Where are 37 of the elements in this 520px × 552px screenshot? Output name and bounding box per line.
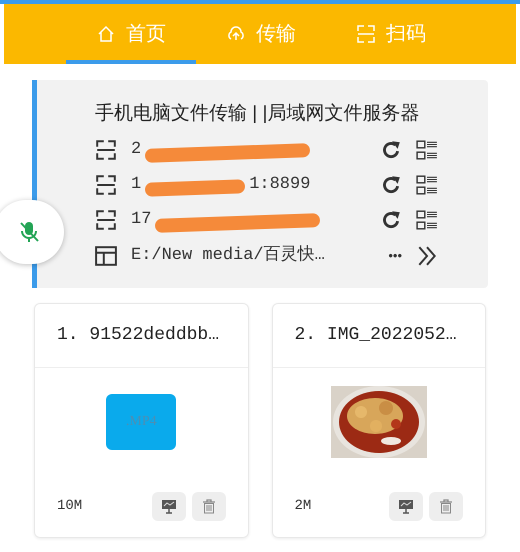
refresh-icon[interactable] bbox=[380, 139, 402, 161]
presentation-icon bbox=[398, 498, 414, 514]
file-size: 10M bbox=[57, 496, 84, 516]
presentation-icon bbox=[160, 498, 176, 514]
delete-button[interactable] bbox=[429, 492, 463, 520]
present-button[interactable] bbox=[152, 492, 186, 520]
address-text: 17 bbox=[131, 209, 152, 232]
address-text: 2 bbox=[131, 139, 142, 162]
qr-scan-icon[interactable] bbox=[95, 174, 117, 196]
trash-icon bbox=[439, 498, 453, 514]
list-icon[interactable] bbox=[416, 209, 438, 231]
home-icon bbox=[96, 24, 116, 44]
more-button[interactable]: ••• bbox=[388, 246, 402, 266]
address-text: 1 bbox=[131, 174, 142, 196]
present-button[interactable] bbox=[389, 492, 423, 520]
address-text: 1:8899 bbox=[249, 174, 310, 196]
file-extension: .MP4 bbox=[126, 413, 157, 431]
file-name: 1. 91522deddbb… bbox=[35, 304, 248, 368]
scan-icon bbox=[356, 24, 376, 44]
qr-scan-icon[interactable] bbox=[95, 139, 117, 161]
delete-button[interactable] bbox=[192, 492, 226, 520]
list-icon[interactable] bbox=[416, 139, 438, 161]
double-chevron-icon[interactable] bbox=[416, 244, 438, 266]
file-name: 2. IMG_2022052… bbox=[272, 304, 485, 368]
folder-path: E:/New media/百灵快… bbox=[131, 244, 326, 267]
refresh-icon[interactable] bbox=[380, 174, 402, 196]
mic-button[interactable] bbox=[0, 200, 64, 264]
refresh-icon[interactable] bbox=[380, 209, 402, 231]
qr-scan-icon[interactable] bbox=[95, 209, 117, 231]
mic-off-icon bbox=[18, 220, 40, 244]
file-card[interactable]: 1. 91522deddbb… .MP4 10M bbox=[34, 303, 248, 538]
file-card[interactable]: 2. IMG_2022052… 2M bbox=[272, 303, 486, 538]
server-title: 手机电脑文件传输 | |局域网文件服务器 bbox=[95, 102, 420, 126]
trash-icon bbox=[202, 498, 216, 514]
list-icon[interactable] bbox=[416, 174, 438, 196]
file-size: 2M bbox=[294, 496, 312, 516]
folder-window-icon[interactable] bbox=[95, 244, 117, 266]
